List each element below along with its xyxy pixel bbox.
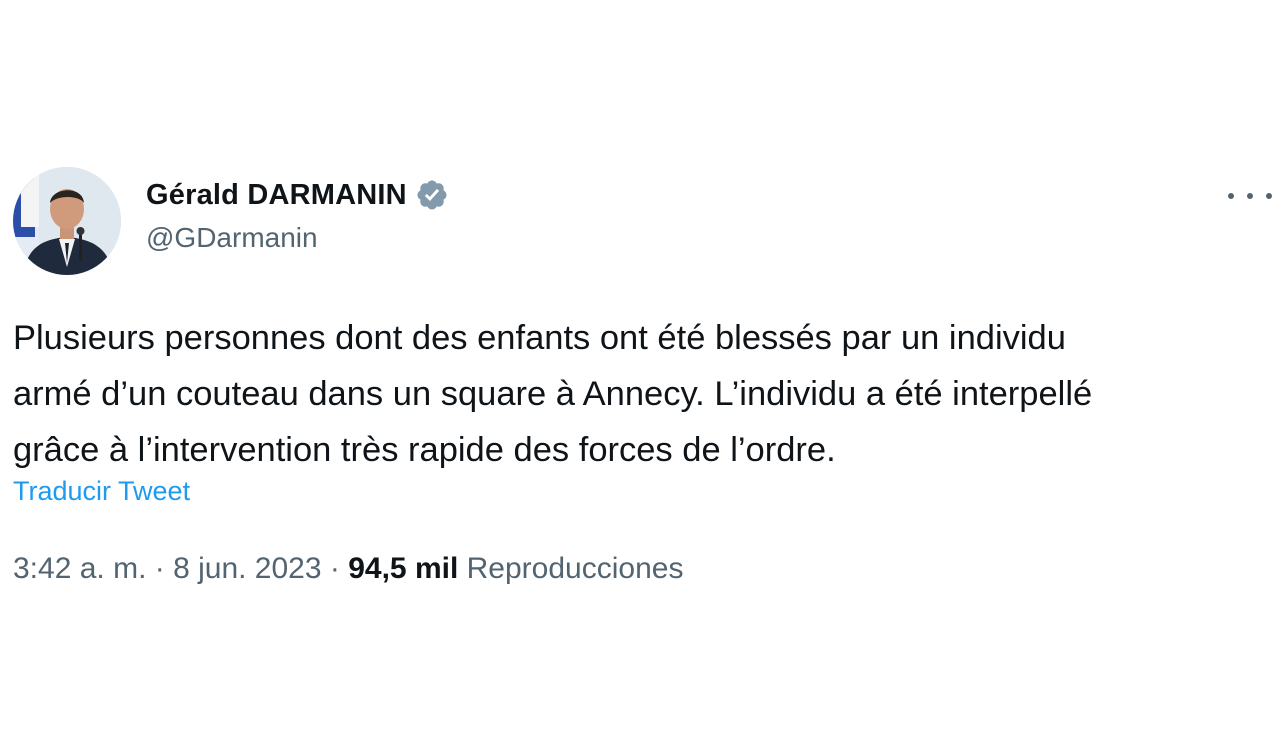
verified-badge-icon[interactable] [415, 178, 449, 212]
meta-separator: · [146, 552, 174, 585]
translate-tweet-link[interactable]: Traducir Tweet [13, 476, 190, 507]
tweet-text: Plusieurs personnes dont des enfants ont… [13, 310, 1263, 478]
tweet-time[interactable]: 3:42 a. m. [13, 552, 146, 585]
views-label[interactable]: Reproducciones [467, 552, 684, 585]
more-dot [1228, 193, 1234, 199]
tweet-card: Gérald DARMANIN @GDarmanin Plusieurs per… [0, 0, 1280, 750]
author-handle[interactable]: @GDarmanin [146, 222, 318, 254]
avatar-photo [13, 167, 121, 275]
tweet-text-line: armé d’un couteau dans un square à Annec… [13, 375, 1093, 413]
tweet-meta: 3:42 a. m. · 8 jun. 2023 · 94,5 mil Repr… [13, 552, 683, 586]
author-display-name[interactable]: Gérald DARMANIN [146, 179, 407, 212]
more-horizontal-icon[interactable] [1228, 184, 1272, 208]
more-dot [1266, 193, 1272, 199]
more-dot [1247, 193, 1253, 199]
avatar[interactable] [13, 167, 121, 275]
tweet-text-line: grâce à l’intervention très rapide des f… [13, 431, 836, 469]
tweet-date[interactable]: 8 jun. 2023 [173, 552, 321, 585]
author-name-row: Gérald DARMANIN [146, 175, 449, 215]
tweet-text-line: Plusieurs personnes dont des enfants ont… [13, 319, 1066, 357]
views-count[interactable]: 94,5 mil [348, 552, 458, 585]
meta-separator: · [321, 552, 349, 585]
